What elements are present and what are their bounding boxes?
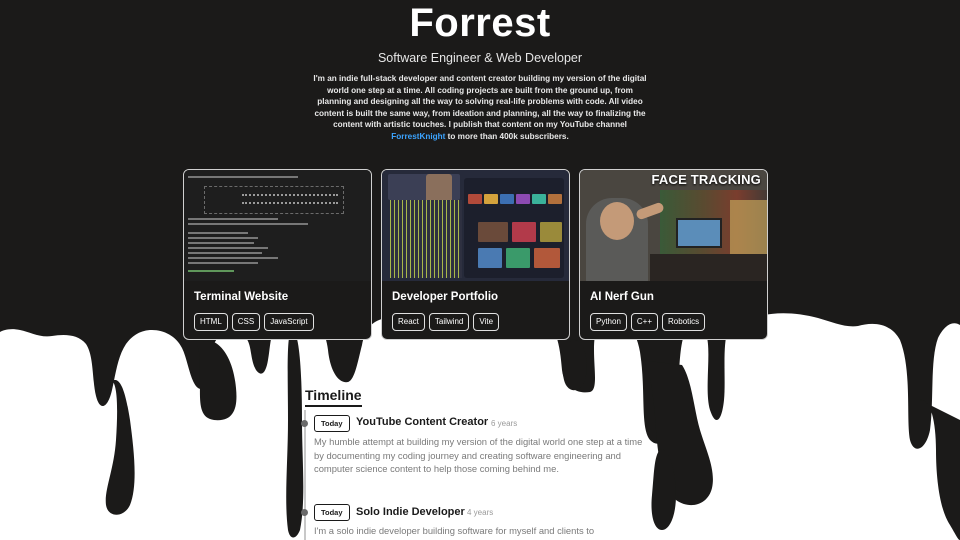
video-tile	[484, 194, 498, 204]
project-title: Terminal Website	[194, 291, 289, 303]
terminal-line	[188, 252, 262, 254]
video-tile	[534, 248, 560, 268]
project-title: Developer Portfolio	[392, 291, 499, 303]
project-title: AI Nerf Gun	[590, 291, 654, 303]
tagline: Software Engineer & Web Developer	[377, 51, 583, 65]
terminal-line	[188, 237, 258, 239]
tag-css: CSS	[231, 313, 261, 331]
video-tile	[548, 194, 562, 204]
video-tile	[468, 194, 482, 204]
project-card-developer-portfolio[interactable]: Developer Portfolio React Tailwind Vite	[381, 169, 570, 340]
timeline-heading: Timeline	[305, 387, 362, 407]
project-tags: HTML CSS JavaScript	[194, 313, 314, 331]
project-tags: Python C++ Robotics	[590, 313, 706, 331]
desk-shape	[650, 254, 767, 281]
terminal-website-thumbnail	[184, 170, 371, 281]
ascii-art-lettering	[242, 194, 338, 204]
tag-tailwind: Tailwind	[428, 313, 470, 331]
monitor-shape	[676, 218, 722, 248]
video-tile	[532, 194, 546, 204]
tag-react: React	[392, 313, 425, 331]
tag-javascript: JavaScript	[264, 313, 314, 331]
page-title: Forrest	[409, 1, 551, 45]
thumbnail-caption: FACE TRACKING	[651, 172, 761, 187]
project-card-terminal-website[interactable]: Terminal Website HTML CSS JavaScript	[183, 169, 372, 340]
person-head	[600, 202, 634, 240]
tag-python: Python	[590, 313, 627, 331]
project-tags: React Tailwind Vite	[392, 313, 500, 331]
video-tile	[512, 222, 536, 242]
video-tile	[506, 248, 530, 268]
video-tile	[516, 194, 530, 204]
portfolio-code-pane	[390, 200, 462, 278]
terminal-line	[188, 257, 278, 259]
portfolio-video-grid	[464, 178, 564, 278]
bio-text-end: to more than 400k subscribers.	[445, 131, 569, 141]
project-card-ai-nerf-gun[interactable]: FACE TRACKING AI Nerf Gun Python C++ Rob…	[579, 169, 768, 340]
tag-cpp: C++	[630, 313, 659, 331]
terminal-line	[188, 242, 254, 244]
video-tile	[478, 222, 508, 242]
terminal-line	[188, 218, 278, 220]
developer-portfolio-thumbnail	[382, 170, 569, 281]
bio-text: I'm an indie full-stack developer and co…	[313, 74, 647, 129]
video-tile	[478, 248, 502, 268]
video-tile	[540, 222, 562, 242]
tag-html: HTML	[194, 313, 228, 331]
terminal-line	[188, 247, 268, 249]
bio-paragraph: I'm an indie full-stack developer and co…	[310, 73, 650, 142]
ai-nerf-gun-thumbnail: FACE TRACKING	[580, 170, 767, 281]
lamp-shape	[730, 200, 767, 260]
terminal-line	[188, 232, 248, 234]
terminal-prompt-line	[188, 270, 234, 272]
tag-robotics: Robotics	[662, 313, 706, 331]
tag-vite: Vite	[473, 313, 500, 331]
terminal-line	[188, 176, 298, 178]
terminal-line	[188, 223, 308, 225]
youtube-channel-link[interactable]: ForrestKnight	[391, 132, 445, 141]
terminal-line	[188, 262, 258, 264]
video-tile	[500, 194, 514, 204]
